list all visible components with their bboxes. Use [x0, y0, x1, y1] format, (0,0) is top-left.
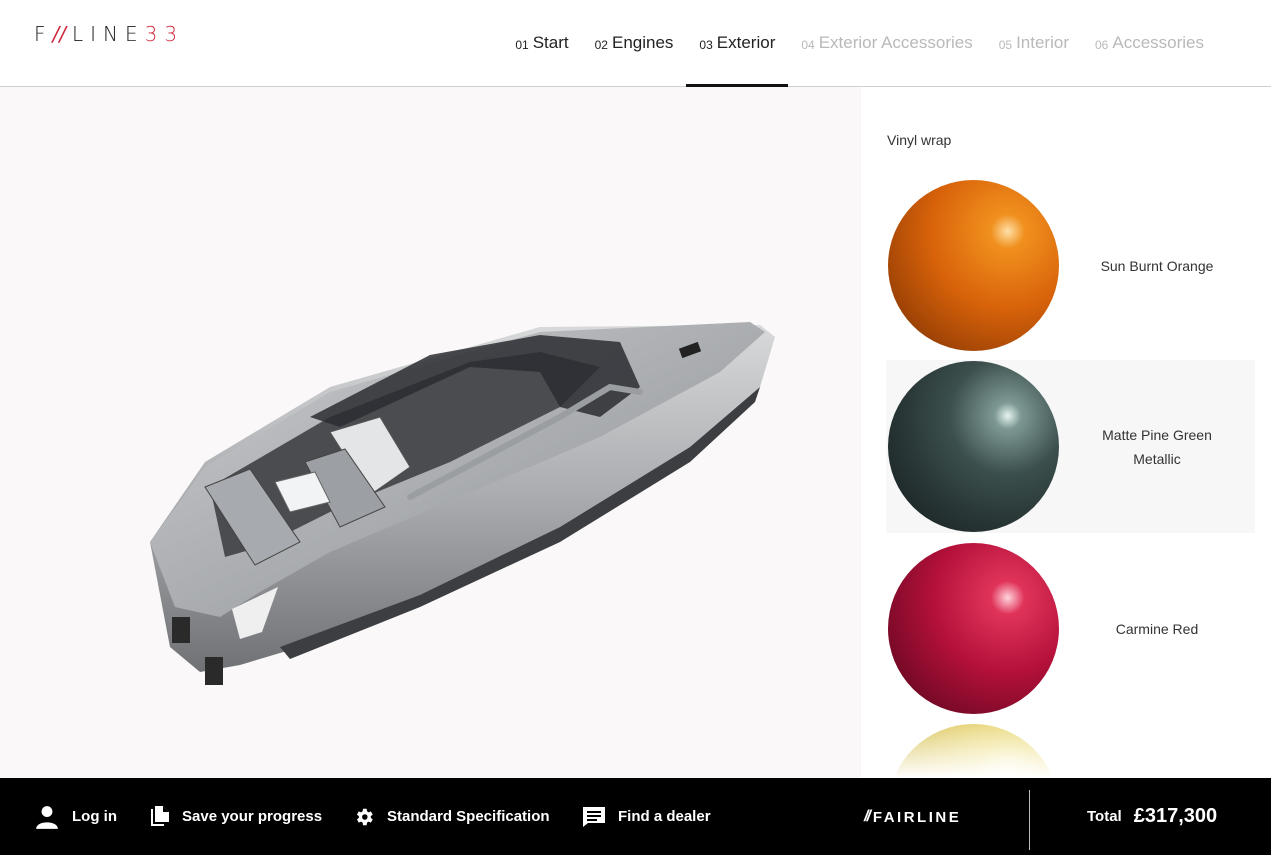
step-accessories[interactable]: 06 Accessories: [1082, 0, 1217, 86]
footer-divider: [1029, 790, 1030, 850]
color-swatch-sphere: [888, 543, 1059, 714]
total-label: Total: [1087, 808, 1122, 825]
footer-bar: Log in Save your progress Standard Speci…: [0, 778, 1271, 855]
fline33-logo[interactable]: F // LINE 33: [34, 22, 184, 46]
logo-number: 33: [144, 22, 185, 46]
configurator-steps: 01 Start 02 Engines 03 Exterior 04 Exter…: [502, 0, 1217, 87]
find-dealer-button[interactable]: Find a dealer: [582, 778, 711, 855]
step-label: Accessories: [1112, 33, 1204, 52]
scroll-fade: [861, 718, 1271, 778]
option-label: Carmine Red: [1115, 620, 1199, 637]
step-index: 01: [515, 38, 529, 52]
step-exterior-accessories[interactable]: 04 Exterior Accessories: [788, 0, 985, 86]
option-matte-pine-green-metallic[interactable]: Matte Pine Green Metallic: [886, 360, 1255, 533]
step-index: 02: [594, 38, 608, 52]
step-exterior[interactable]: 03 Exterior: [686, 0, 789, 87]
boat-3d-viewer[interactable]: [0, 87, 861, 778]
step-label: Engines: [611, 33, 674, 52]
fairline-logo[interactable]: // FAIRLINE: [864, 808, 961, 826]
standard-specification-button[interactable]: Standard Specification: [353, 778, 550, 855]
brand-name: FAIRLINE: [872, 808, 962, 826]
step-label: Start: [532, 33, 569, 52]
vinyl-wrap-options-panel: Vinyl wrap Sun Burnt Orange Matte Pine G…: [861, 87, 1271, 778]
logo-word: LINE: [72, 22, 145, 46]
login-label: Log in: [72, 808, 117, 825]
user-icon: [36, 805, 58, 829]
option-sun-burnt-orange[interactable]: Sun Burnt Orange: [886, 179, 1255, 352]
chat-icon: [583, 806, 605, 827]
save-progress-label: Save your progress: [182, 808, 323, 825]
documents-icon: [151, 805, 169, 826]
color-swatch-sphere: [888, 361, 1059, 532]
color-swatch-sphere: [888, 180, 1059, 351]
fairline-mark-icon: //: [864, 808, 871, 825]
step-label: Interior: [1016, 33, 1069, 52]
option-label: Matte Pine Green Metallic: [1102, 426, 1212, 467]
top-navigation: F // LINE 33 01 Start 02 Engines 03 Exte…: [0, 0, 1271, 87]
logo-letter-f: F: [34, 22, 53, 46]
step-engines[interactable]: 02 Engines: [582, 0, 687, 86]
standard-specification-label: Standard Specification: [387, 808, 550, 825]
boat-render: [150, 322, 775, 685]
step-label: Exterior: [716, 33, 776, 52]
save-progress-button[interactable]: Save your progress: [150, 778, 322, 855]
option-carmine-red[interactable]: Carmine Red: [886, 542, 1255, 715]
gear-icon: [356, 808, 373, 825]
find-dealer-label: Find a dealer: [618, 808, 711, 825]
logo-slash: //: [52, 22, 66, 46]
step-interior[interactable]: 05 Interior: [986, 0, 1082, 86]
step-label: Exterior Accessories: [818, 33, 973, 52]
step-index: 04: [801, 38, 815, 52]
login-button[interactable]: Log in: [34, 778, 117, 855]
step-index: 05: [998, 38, 1013, 52]
total-price: Total £317,300: [1087, 778, 1217, 855]
step-start[interactable]: 01 Start: [502, 0, 581, 86]
total-value: £317,300: [1133, 805, 1218, 827]
step-index: 03: [699, 38, 713, 52]
panel-title: Vinyl wrap: [887, 132, 952, 148]
option-label: Sun Burnt Orange: [1100, 257, 1214, 274]
step-index: 06: [1095, 38, 1109, 52]
